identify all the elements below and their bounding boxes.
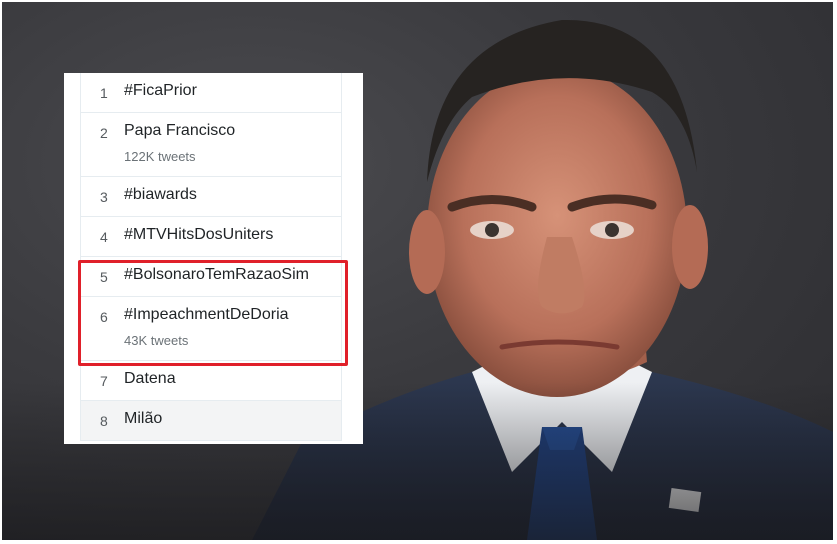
trend-rank: 1 — [100, 85, 108, 101]
trend-item[interactable]: 2 Papa Francisco 122K tweets — [81, 113, 341, 177]
trend-item[interactable]: 4 #MTVHitsDosUniters — [81, 217, 341, 257]
trend-rank: 4 — [100, 229, 108, 245]
trend-name[interactable]: Datena — [124, 370, 176, 388]
trend-rank: 3 — [100, 189, 108, 205]
trend-item[interactable]: 3 #biawards — [81, 177, 341, 217]
trends-list: 1 #FicaPrior 2 Papa Francisco 122K tweet… — [80, 73, 342, 441]
trend-name[interactable]: Milão — [124, 410, 162, 428]
trends-panel: 1 #FicaPrior 2 Papa Francisco 122K tweet… — [64, 73, 363, 444]
trend-item[interactable]: 1 #FicaPrior — [81, 73, 341, 113]
trend-item[interactable]: 7 Datena — [81, 361, 341, 401]
trend-name[interactable]: #MTVHitsDosUniters — [124, 226, 273, 244]
trend-tweet-count: 122K tweets — [124, 149, 196, 164]
trend-item[interactable]: 8 Milão — [81, 401, 341, 441]
trend-rank: 8 — [100, 413, 108, 429]
trend-rank: 2 — [100, 125, 108, 141]
trend-name[interactable]: Papa Francisco — [124, 122, 235, 140]
trend-name[interactable]: #FicaPrior — [124, 82, 197, 100]
trend-name[interactable]: #biawards — [124, 186, 197, 204]
highlight-box — [78, 260, 348, 366]
face — [427, 67, 687, 397]
trend-rank: 7 — [100, 373, 108, 389]
